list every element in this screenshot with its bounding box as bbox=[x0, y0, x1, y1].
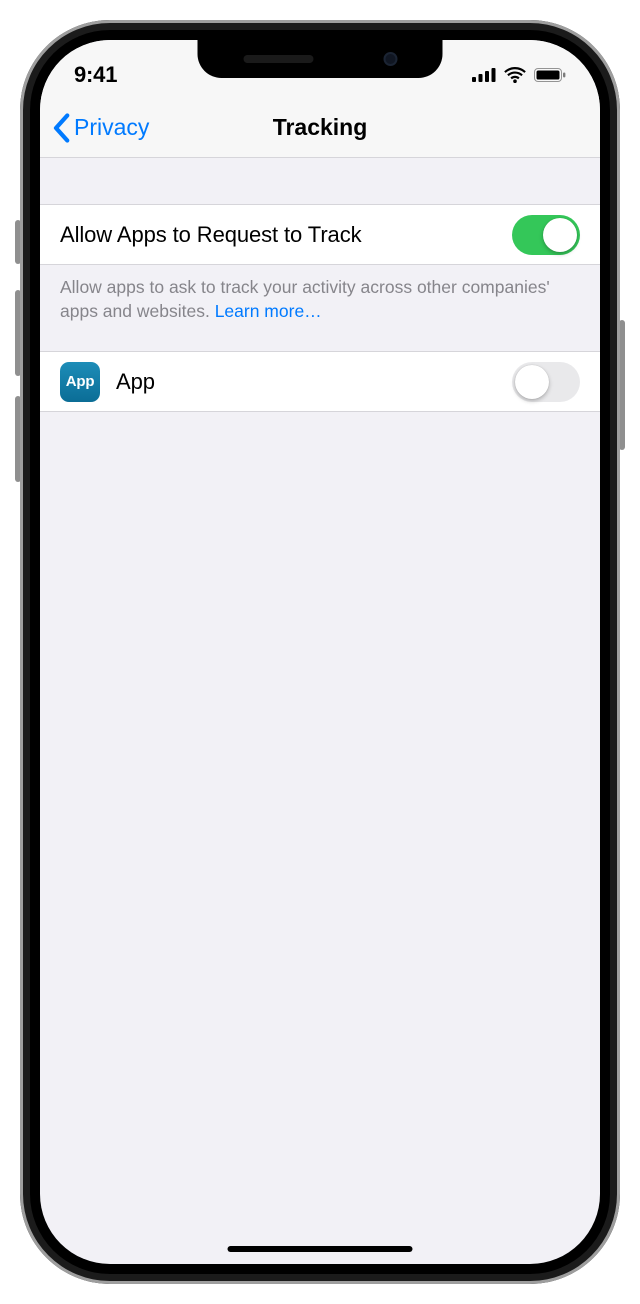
app-tracking-row: App App bbox=[40, 351, 600, 412]
nav-bar: Privacy Tracking bbox=[40, 98, 600, 158]
chevron-left-icon bbox=[52, 113, 70, 143]
wifi-icon bbox=[504, 67, 526, 83]
content: Allow Apps to Request to Track Allow app… bbox=[40, 158, 600, 412]
allow-tracking-label: Allow Apps to Request to Track bbox=[60, 222, 496, 248]
notch bbox=[198, 40, 443, 78]
section-footer: Allow apps to ask to track your activity… bbox=[40, 265, 600, 351]
back-label: Privacy bbox=[74, 114, 149, 141]
status-icons bbox=[472, 67, 566, 83]
screen: 9:41 Privacy Tracking Allow Apps to Requ… bbox=[40, 40, 600, 1264]
app-icon: App bbox=[60, 362, 100, 402]
back-button[interactable]: Privacy bbox=[52, 113, 149, 143]
allow-tracking-toggle[interactable] bbox=[512, 215, 580, 255]
page-title: Tracking bbox=[273, 114, 368, 141]
app-tracking-toggle[interactable] bbox=[512, 362, 580, 402]
allow-tracking-row: Allow Apps to Request to Track bbox=[40, 204, 600, 265]
home-indicator[interactable] bbox=[228, 1246, 413, 1252]
battery-icon bbox=[534, 68, 566, 82]
app-name: App bbox=[116, 369, 496, 395]
speaker-grill bbox=[243, 55, 313, 63]
learn-more-link[interactable]: Learn more… bbox=[215, 301, 322, 321]
status-time: 9:41 bbox=[74, 62, 117, 88]
phone-frame: 9:41 Privacy Tracking Allow Apps to Requ… bbox=[20, 20, 620, 1284]
front-camera bbox=[383, 52, 397, 66]
cellular-icon bbox=[472, 68, 496, 82]
